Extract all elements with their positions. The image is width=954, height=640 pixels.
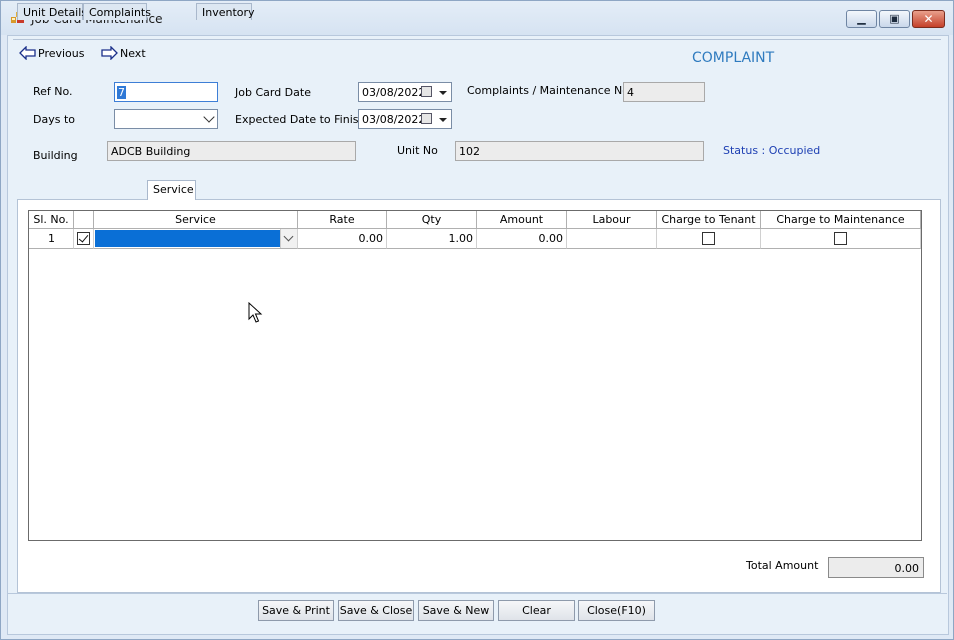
checkbox-checked-icon[interactable] [76, 232, 90, 245]
building-field: ADCB Building [107, 141, 356, 161]
tab-unit-details[interactable]: Unit Details [17, 3, 87, 20]
service-dropdown-cell[interactable] [94, 229, 298, 249]
tab-complaints[interactable]: Complaints [83, 3, 151, 20]
table-cell-rate[interactable]: 0.00 [298, 229, 387, 249]
unit-no-value: 102 [459, 145, 480, 158]
column-header-qty[interactable]: Qty [387, 211, 477, 229]
expected-date-label: Expected Date to Finish [235, 113, 366, 126]
tab-inventory[interactable]: Inventory [196, 3, 255, 20]
complaints-no-label: Complaints / Maintenance No. [467, 84, 633, 97]
job-card-window: Job Card Maintenance ▁ ▣ ✕ Previous Next… [0, 0, 954, 640]
arrow-right-icon [101, 46, 118, 60]
next-button[interactable]: Next [101, 46, 151, 62]
status-text: Status : Occupied [723, 144, 821, 157]
mouse-pointer-icon [248, 302, 263, 323]
arrow-left-icon [19, 46, 36, 60]
close-icon: ✕ [923, 12, 934, 26]
table-cell-amount: 0.00 [477, 229, 567, 249]
restore-icon: ▣ [889, 12, 900, 25]
service-grid[interactable]: Sl. No. Service Rate Qty Amount Labour C… [28, 210, 922, 541]
column-header-rate[interactable]: Rate [298, 211, 387, 229]
previous-label: Previous [38, 47, 85, 60]
dropdown-arrow-icon[interactable] [439, 118, 447, 122]
job-card-date-picker[interactable]: 03/08/2022 [358, 82, 452, 102]
clear-button[interactable]: Clear [498, 600, 575, 621]
ref-no-value: 7 [117, 86, 126, 99]
minimize-button[interactable]: ▁ [846, 10, 877, 28]
total-amount-label: Total Amount [746, 559, 819, 572]
complaints-no-field: 4 [623, 82, 705, 102]
days-to-label: Days to [33, 113, 75, 126]
days-to-dropdown[interactable] [114, 109, 218, 129]
charge-to-tenant-cell[interactable] [657, 229, 761, 249]
column-header-amount[interactable]: Amount [477, 211, 567, 229]
save-close-button[interactable]: Save & Close [338, 600, 414, 621]
table-cell-qty[interactable]: 1.00 [387, 229, 477, 249]
column-header-select[interactable] [74, 211, 94, 229]
page-heading: COMPLAINT [692, 50, 775, 66]
total-amount-value: 0.00 [894, 562, 920, 575]
save-new-button[interactable]: Save & New [418, 600, 494, 621]
minimize-icon: ▁ [857, 12, 866, 25]
column-header-service[interactable]: Service [94, 211, 298, 229]
bottom-divider [7, 593, 947, 594]
service-dropdown-button[interactable] [280, 229, 297, 248]
ref-no-label: Ref No. [33, 85, 73, 98]
total-amount-field: 0.00 [828, 557, 924, 578]
row-select-checkbox[interactable] [74, 229, 94, 249]
expected-date-picker[interactable]: 03/08/2022 [358, 109, 452, 129]
complaints-no-value: 4 [627, 86, 634, 99]
charge-to-maintenance-cell[interactable] [761, 229, 921, 249]
charge-to-maintenance-checkbox[interactable] [833, 232, 847, 245]
save-print-button[interactable]: Save & Print [258, 600, 334, 621]
table-cell-labour[interactable] [567, 229, 657, 249]
table-cell-sl-no: 1 [29, 229, 74, 249]
column-header-charge-to-maintenance[interactable]: Charge to Maintenance [761, 211, 921, 229]
unit-no-field: 102 [455, 141, 704, 161]
close-window-button[interactable]: ✕ [912, 10, 945, 28]
chevron-down-icon[interactable] [203, 111, 215, 123]
previous-button[interactable]: Previous [19, 46, 89, 62]
ref-no-field[interactable]: 7 [114, 82, 218, 102]
close-button[interactable]: Close(F10) [578, 600, 655, 621]
calendar-icon[interactable] [421, 86, 432, 97]
chevron-down-icon [283, 231, 294, 242]
service-selection[interactable] [95, 230, 280, 247]
charge-to-tenant-checkbox[interactable] [701, 232, 715, 245]
job-card-date-label: Job Card Date [235, 86, 311, 99]
top-divider [13, 39, 941, 40]
calendar-icon[interactable] [421, 113, 432, 124]
building-label: Building [33, 149, 78, 162]
column-header-sl-no[interactable]: Sl. No. [29, 211, 74, 229]
column-header-labour[interactable]: Labour [567, 211, 657, 229]
maximize-button[interactable]: ▣ [879, 10, 910, 28]
expected-date-value: 03/08/2022 [362, 113, 426, 126]
column-header-charge-to-tenant[interactable]: Charge to Tenant [657, 211, 761, 229]
building-value: ADCB Building [111, 145, 191, 158]
job-card-date-value: 03/08/2022 [362, 86, 426, 99]
dropdown-arrow-icon[interactable] [439, 91, 447, 95]
next-label: Next [120, 47, 146, 60]
tab-service[interactable]: Service [147, 180, 196, 200]
unit-no-label: Unit No [397, 144, 438, 157]
